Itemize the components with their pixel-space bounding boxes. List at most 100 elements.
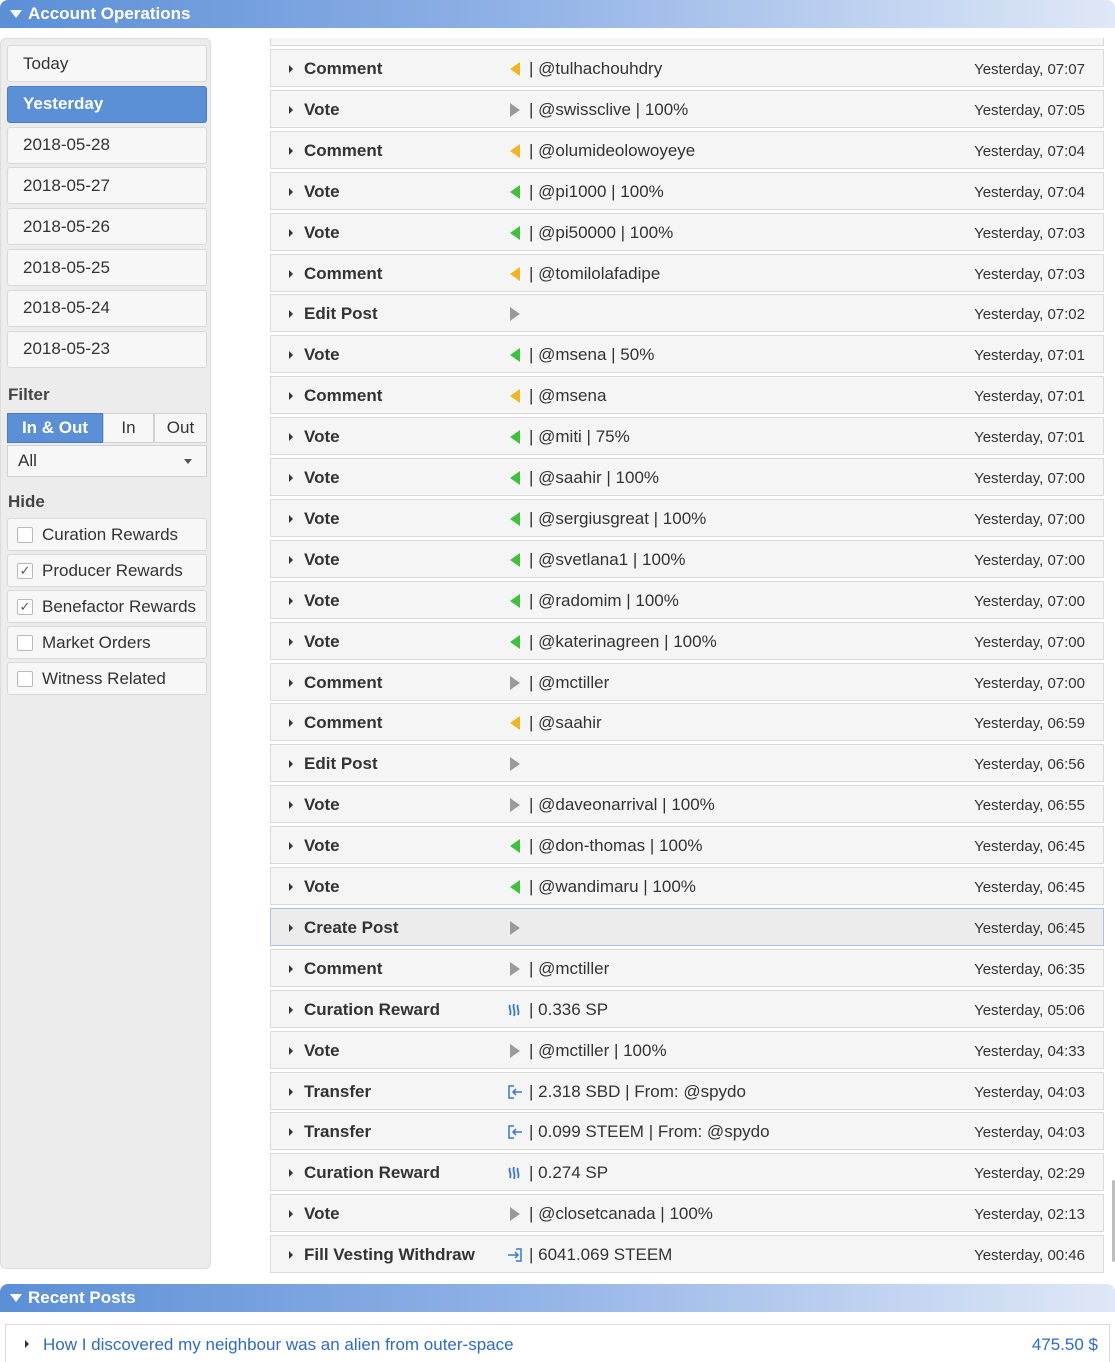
transfer-in-icon xyxy=(507,1124,523,1140)
operation-row[interactable]: Curation Reward | 0.274 SP Yesterday, 02:2… xyxy=(270,1153,1104,1192)
checkbox-icon[interactable] xyxy=(17,526,33,543)
day-button[interactable]: 2018-05-23 xyxy=(7,330,207,368)
operation-row[interactable]: Edit Post Yesterday, 06:56 xyxy=(270,744,1104,783)
direction-option[interactable]: Out xyxy=(154,413,207,443)
expand-arrow-icon[interactable] xyxy=(289,1128,293,1137)
expand-arrow-icon[interactable] xyxy=(289,351,293,360)
operation-row[interactable]: Vote | @pi50000 | 100% Yesterday, 07:03 xyxy=(270,212,1104,251)
operation-row[interactable]: Transfer | 0.099 STEEM | From: @spydo Yest… xyxy=(270,1112,1104,1151)
expand-arrow-icon[interactable] xyxy=(289,433,293,442)
expand-arrow-icon[interactable] xyxy=(289,474,293,482)
operation-row[interactable]: Vote | @sergiusgreat | 100% Yesterday, 07:… xyxy=(270,498,1104,537)
expand-arrow-icon[interactable] xyxy=(289,678,293,687)
expand-arrow-icon[interactable] xyxy=(289,1251,293,1260)
expand-arrow-icon[interactable] xyxy=(289,187,293,196)
operation-row[interactable]: Comment | @saahir Yesterday, 06:59 xyxy=(270,703,1104,742)
hide-option-label: Witness Related xyxy=(42,668,166,688)
expand-arrow-icon[interactable] xyxy=(289,146,293,155)
expand-arrow-icon[interactable] xyxy=(289,637,293,646)
day-button[interactable]: 2018-05-28 xyxy=(7,126,207,164)
expand-arrow-icon[interactable] xyxy=(289,964,293,973)
operation-detail: | @swissclive | 100% xyxy=(529,99,689,119)
operation-row[interactable]: Comment | @msena Yesterday, 07:01 xyxy=(270,376,1104,415)
operation-row[interactable]: Comment | @olumideolowoyeye Yesterday, 07:… xyxy=(270,130,1104,169)
checkbox-checked-icon[interactable]: ✓ xyxy=(17,598,33,615)
operation-row[interactable]: Transfer | 2.318 SBD | From: @spydo Yester… xyxy=(270,1071,1104,1110)
operation-row[interactable]: Fill Vesting Withdraw | 6041.069 STEEM Yes… xyxy=(270,1235,1104,1274)
checkbox-icon[interactable] xyxy=(17,670,33,687)
operation-row[interactable]: Vote | @closetcanada | 100% Yesterday, 02:… xyxy=(270,1194,1104,1233)
day-button[interactable]: 2018-05-27 xyxy=(7,167,207,205)
expand-arrow-icon[interactable] xyxy=(289,596,293,605)
post-row[interactable]: How I discovered my neighbour was an ali… xyxy=(5,1324,1110,1362)
operation-row[interactable]: Vote | @wandimaru | 100% Yesterday, 06:45 xyxy=(270,867,1104,905)
operation-row[interactable]: Edit Post Yesterday, 07:02 xyxy=(270,294,1104,333)
checkbox-icon[interactable] xyxy=(17,634,33,651)
expand-arrow-icon[interactable] xyxy=(289,1087,293,1096)
operation-row[interactable]: Vote | @swissclive | 100% Yesterday, 07:05 xyxy=(270,89,1104,128)
operation-row[interactable]: Comment | @tomilolafadipe Yesterday, 07:03 xyxy=(270,253,1104,292)
expand-arrow-icon[interactable] xyxy=(289,1005,293,1014)
expand-arrow-icon[interactable] xyxy=(289,760,293,769)
operation-row[interactable]: Vote | @saahir | 100% Yesterday, 07:00 xyxy=(270,458,1104,496)
hide-option[interactable]: ✓ Producer Rewards xyxy=(7,554,207,587)
operation-time: Yesterday, 07:04 xyxy=(974,183,1085,201)
expand-arrow-icon[interactable] xyxy=(289,65,293,73)
operation-type: Comment xyxy=(304,263,383,283)
operation-row[interactable]: Comment | @mctiller Yesterday, 06:35 xyxy=(270,948,1104,987)
expand-arrow-icon[interactable] xyxy=(289,719,293,728)
expand-arrow-icon[interactable] xyxy=(289,801,293,810)
hide-option[interactable]: Market Orders xyxy=(7,626,207,659)
operation-detail: | @saahir | 100% xyxy=(529,468,660,487)
operation-row[interactable]: Vote | @daveonarrival | 100% Yesterday, 06… xyxy=(270,785,1104,824)
expand-arrow-icon[interactable] xyxy=(289,392,293,401)
account-operations-header[interactable]: Account Operations xyxy=(0,0,1115,28)
operation-type: Vote xyxy=(304,1204,340,1224)
day-button[interactable]: Today xyxy=(7,45,207,82)
day-button[interactable]: 2018-05-25 xyxy=(7,249,207,286)
incoming-gray-icon xyxy=(507,102,523,118)
expand-arrow-icon[interactable] xyxy=(289,923,293,932)
direction-option[interactable]: In xyxy=(103,413,154,443)
expand-arrow-icon[interactable] xyxy=(289,555,293,564)
expand-arrow-icon[interactable] xyxy=(289,1169,293,1178)
operation-row[interactable]: Vote | @don-thomas | 100% Yesterday, 06:45 xyxy=(270,826,1104,865)
expand-arrow-icon[interactable] xyxy=(289,1210,293,1219)
hide-option[interactable]: Witness Related xyxy=(7,662,207,695)
operation-row[interactable]: Comment | @mctiller Yesterday, 07:00 xyxy=(270,662,1104,701)
operation-row[interactable]: Vote | @mctiller | 100% Yesterday, 04:33 xyxy=(270,1030,1104,1069)
operation-row[interactable]: Create Post Yesterday, 06:45 xyxy=(270,907,1104,946)
hide-option[interactable]: ✓ Benefactor Rewards xyxy=(7,590,207,623)
expand-arrow-icon[interactable] xyxy=(289,105,293,114)
post-title-link[interactable]: How I discovered my neighbour was an ali… xyxy=(43,1335,514,1355)
expand-arrow-icon[interactable] xyxy=(289,310,293,319)
day-button[interactable]: Yesterday xyxy=(7,85,207,123)
operation-time: Yesterday, 07:00 xyxy=(974,633,1085,651)
operation-row[interactable]: Comment | @tulhachouhdry Yesterday, 07:07 xyxy=(270,49,1104,87)
operation-row[interactable]: Vote | @radomim | 100% Yesterday, 07:00 xyxy=(270,580,1104,619)
expand-arrow-icon[interactable] xyxy=(289,842,293,851)
operation-row[interactable]: Vote | @pi1000 | 100% Yesterday, 07:04 xyxy=(270,171,1104,210)
expand-arrow-icon[interactable] xyxy=(289,883,293,891)
expand-arrow-icon[interactable] xyxy=(289,1046,293,1055)
day-button[interactable]: 2018-05-24 xyxy=(7,289,207,327)
expand-arrow-icon[interactable] xyxy=(289,514,293,523)
operation-row[interactable]: Vote | @katerinagreen | 100% Yesterday, 07… xyxy=(270,621,1104,660)
expand-arrow-icon[interactable] xyxy=(289,228,293,237)
recent-posts-header[interactable]: Recent Posts xyxy=(0,1284,1115,1312)
operation-row[interactable]: Vote | @msena | 50% Yesterday, 07:01 xyxy=(270,335,1104,374)
day-button[interactable]: 2018-05-26 xyxy=(7,208,207,246)
operation-row[interactable]: Curation Reward | 0.336 SP Yesterday, 05:0… xyxy=(270,989,1104,1028)
operation-row[interactable]: Vote | @svetlana1 | 100% Yesterday, 07:00 xyxy=(270,539,1104,578)
outgoing-orange-icon xyxy=(507,388,523,404)
operation-row[interactable]: Vote | @miti | 75% Yesterday, 07:01 xyxy=(270,417,1104,456)
operation-detail: | @radomim | 100% xyxy=(529,590,679,610)
operation-type-select[interactable]: All xyxy=(7,445,207,477)
direction-option[interactable]: In & Out xyxy=(7,413,103,443)
checkbox-checked-icon[interactable]: ✓ xyxy=(17,562,33,579)
expand-arrow-icon[interactable] xyxy=(25,1340,29,1348)
operation-type: Vote xyxy=(304,795,340,815)
operation-detail: | 2.318 SBD | From: @spydo xyxy=(529,1081,746,1101)
hide-option[interactable]: Curation Rewards xyxy=(7,518,207,551)
expand-arrow-icon[interactable] xyxy=(289,269,293,278)
